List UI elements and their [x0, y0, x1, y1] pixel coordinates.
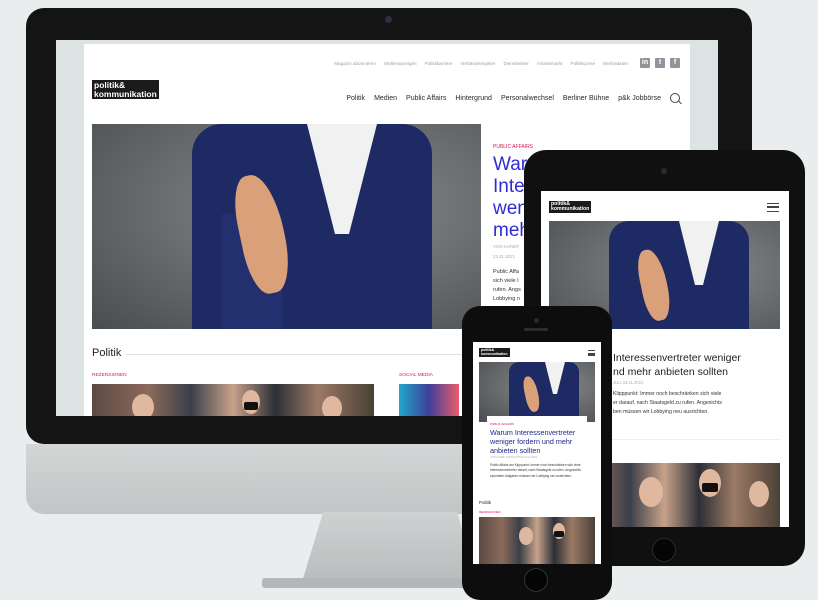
- category-social-media[interactable]: SOCIAL MEDIA: [399, 373, 433, 378]
- headline-line: War: [493, 154, 528, 175]
- headline-line: Interessenvertreter weniger: [613, 352, 741, 364]
- tablet-feature-headline[interactable]: Interessenvertreter weniger nd mehr anbi…: [613, 351, 783, 379]
- phone-feature-headline[interactable]: Warum Interessenvertreter weniger forder…: [490, 428, 590, 455]
- feature-date: 23.11.2021: [493, 254, 516, 259]
- face-shape: [749, 481, 769, 507]
- mask-shape: [702, 483, 718, 492]
- phone-home-button[interactable]: [524, 568, 548, 592]
- hamburger-menu-icon[interactable]: [767, 203, 779, 212]
- feature-headline[interactable]: War Inter wen meh: [493, 154, 528, 242]
- twitter-icon[interactable]: t: [655, 58, 665, 68]
- tablet-home-button[interactable]: [652, 538, 676, 562]
- topnav-link-politikkarriere[interactable]: Politikkarriere: [425, 61, 453, 66]
- teaser-line: rufen. Angs: [493, 287, 521, 293]
- section-divider: [126, 354, 481, 355]
- article-image-social[interactable]: [399, 384, 459, 416]
- hero-image-handshake[interactable]: [92, 124, 481, 329]
- headline-line: Inter: [493, 176, 528, 197]
- phone-category[interactable]: REZENSIONEN: [479, 510, 501, 514]
- topnav-link-verbaenderegister[interactable]: Verbänderegister: [460, 61, 495, 66]
- phone-article-image-crowd[interactable]: [479, 517, 595, 564]
- topnav-link-politikszene[interactable]: Politikszene: [571, 61, 596, 66]
- tablet-site-logo[interactable]: politik& kommunikation: [549, 201, 592, 214]
- phone-feature-teaser: Public Affairs am Kipppunkt: Immer noch …: [490, 463, 581, 478]
- headline-card: [605, 329, 780, 341]
- mask-shape: [244, 402, 258, 410]
- nav-item-jobboerse[interactable]: p&k Jobbörse: [618, 95, 661, 102]
- nav-item-politik[interactable]: Politik: [346, 95, 365, 102]
- search-icon[interactable]: [670, 93, 680, 103]
- phone-speaker: [524, 328, 548, 331]
- topnav-link-abonnieren[interactable]: Magazin abonnieren: [334, 61, 376, 66]
- social-links: in t f: [640, 58, 680, 68]
- site-logo[interactable]: politik& kommunikation: [92, 80, 159, 99]
- headline-line: meh: [493, 220, 528, 241]
- mask-shape: [554, 531, 564, 537]
- tablet-feature-teaser: Klipppunkt: Immer noch beschränken sich …: [613, 390, 783, 417]
- topnav-link-dienstleister[interactable]: Dienstleister: [503, 61, 528, 66]
- category-rezensionen[interactable]: REZENSIONEN: [92, 373, 127, 378]
- feature-tag[interactable]: PUBLIC AFFAIRS: [493, 144, 533, 150]
- feature-author: VON HANEF: [493, 244, 520, 249]
- teaser-line: sich viele I: [493, 278, 519, 284]
- face-shape: [132, 394, 154, 416]
- tablet-feature-meta: JULI 23.11.2021: [613, 380, 644, 385]
- teaser-line: Public Affa: [493, 269, 519, 275]
- topnav-link-werbedaten[interactable]: Werbedaten: [603, 61, 628, 66]
- nav-item-public-affairs[interactable]: Public Affairs: [406, 95, 446, 102]
- main-nav: Politik Medien Public Affairs Hintergrun…: [346, 93, 680, 103]
- nav-item-berliner-buehne[interactable]: Berliner Bühne: [563, 95, 609, 102]
- suit-shape: [509, 362, 579, 422]
- face-shape: [519, 527, 533, 545]
- monitor-camera: [385, 16, 392, 23]
- linkedin-icon[interactable]: in: [640, 58, 650, 68]
- section-title-politik[interactable]: Politik: [92, 347, 121, 359]
- facebook-icon[interactable]: f: [670, 58, 680, 68]
- logo-line-2: kommunikation: [551, 206, 590, 213]
- phone-section-title[interactable]: Politik: [479, 500, 491, 505]
- teaser-line: Klipppunkt: Immer noch beschränken sich …: [613, 391, 722, 397]
- nav-item-hintergrund[interactable]: Hintergrund: [455, 95, 492, 102]
- teaser-line: ben müssen wir Lobbying neu ausrichten.: [613, 409, 709, 415]
- article-image-crowd[interactable]: [92, 384, 374, 416]
- suit-shape: [609, 221, 749, 341]
- headline-line: nd mehr anbieten sollten: [613, 366, 728, 378]
- feature-meta: VON HANEF 23.11.2021: [493, 242, 519, 262]
- phone-hero-image[interactable]: [479, 362, 595, 422]
- feature-teaser: Public Affa sich viele I rufen. Angs Lob…: [493, 268, 528, 304]
- face-shape: [322, 396, 342, 416]
- nav-item-medien[interactable]: Medien: [374, 95, 397, 102]
- monitor-stand-neck: [302, 512, 478, 582]
- hamburger-menu-icon[interactable]: [588, 350, 595, 356]
- phone-feature-tag[interactable]: PUBLIC AFFAIRS: [490, 422, 514, 426]
- tablet-camera: [661, 168, 667, 174]
- nav-item-personalwechsel[interactable]: Personalwechsel: [501, 95, 554, 102]
- headline-line: wen: [493, 198, 528, 219]
- topnav-link-stellenanzeigen[interactable]: Stellenanzeigen: [384, 61, 417, 66]
- phone-website: politik& kommunikation PUBLIC AFFAIRS Wa…: [473, 342, 601, 564]
- phone-feature-meta: VON HANEF & BÜLAUSTAN 23.11.2021: [490, 456, 538, 459]
- top-utility-nav: Magazin abonnieren Stellenanzeigen Polit…: [334, 58, 680, 68]
- device-mockup-scene: Magazin abonnieren Stellenanzeigen Polit…: [0, 0, 818, 600]
- topnav-link-arbeitsmarkt[interactable]: Arbeitsmarkt: [537, 61, 563, 66]
- logo-line-2: kommunikation: [481, 351, 508, 356]
- phone-camera: [534, 318, 539, 323]
- logo-line-2: kommunikation: [94, 88, 157, 99]
- teaser-line: Lobbying n: [493, 296, 520, 302]
- phone-site-logo[interactable]: politik& kommunikation: [479, 348, 510, 358]
- teaser-line: er darauf, nach Staatsgeld zu rufen. Ang…: [613, 400, 723, 406]
- face-shape: [639, 477, 663, 507]
